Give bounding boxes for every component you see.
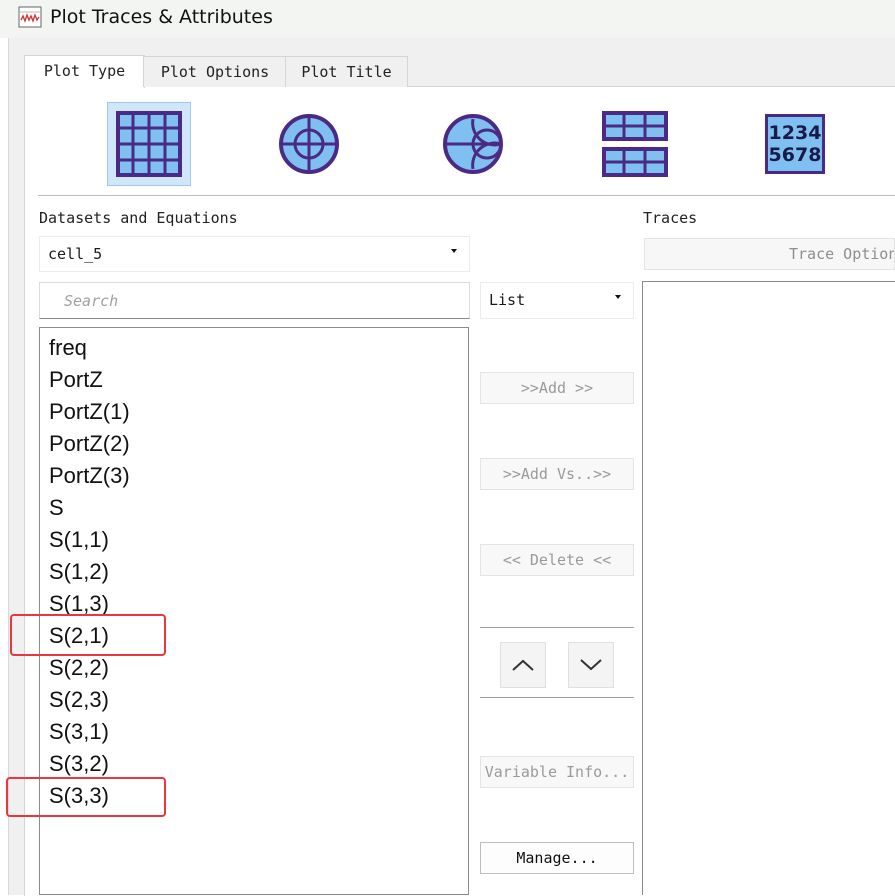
dropdown-arrow-icon [615,295,621,299]
view-mode-dropdown[interactable]: List [480,282,634,319]
dataset-selected-value: cell_5 [48,245,103,263]
traces-list[interactable] [642,281,895,895]
smith-chart-button[interactable] [431,102,515,186]
move-down-button[interactable] [568,642,614,688]
add-button[interactable]: >>Add >> [480,372,634,404]
list-item[interactable]: S(3,2) [49,748,109,780]
list-item[interactable]: S(1,2) [49,556,109,588]
list-item[interactable]: S(2,2) [49,652,109,684]
list-view-icon-line1: 1234 [768,122,822,144]
search-field[interactable] [39,282,470,319]
list-view-icon: 1234 5678 [765,114,825,174]
list-item[interactable]: S(3,1) [49,716,109,748]
variable-info-button[interactable]: Variable Info... [480,756,634,788]
tab-plot-type[interactable]: Plot Type [24,55,145,88]
list-item[interactable]: PortZ(1) [49,396,130,428]
search-input[interactable] [62,291,446,311]
list-item[interactable]: S(2,3) [49,684,109,716]
highlight-box-s21 [10,614,166,656]
rectangular-plot-icon [116,111,182,177]
button-separator [480,627,634,628]
list-item[interactable]: S [49,492,64,524]
polar-plot-button[interactable] [267,102,351,186]
list-view-icon-line2: 5678 [768,144,822,166]
list-item[interactable]: PortZ [49,364,103,396]
list-item[interactable]: freq [49,332,87,364]
traces-label: Traces [643,209,698,227]
smith-chart-icon [443,114,503,174]
title-bar: Plot Traces & Attributes [0,0,895,38]
highlight-box-s33 [6,777,166,817]
trace-options-button[interactable]: Trace Options [644,238,895,270]
button-separator [480,697,634,698]
chevron-up-icon [512,659,534,671]
rectangular-plot-button[interactable] [107,102,191,186]
list-item[interactable]: PortZ(2) [49,428,130,460]
add-vs-button[interactable]: >>Add Vs..>> [480,458,634,490]
datasets-label: Datasets and Equations [39,209,238,227]
plot-window-icon [18,6,42,28]
dropdown-arrow-icon [451,249,457,253]
list-view-button[interactable]: 1234 5678 [753,102,837,186]
dataset-dropdown[interactable]: cell_5 [39,236,470,272]
plot-type-separator [38,195,895,196]
tab-plot-title[interactable]: Plot Title [285,56,408,87]
list-item[interactable]: S(1,1) [49,524,109,556]
manage-button[interactable]: Manage... [480,842,634,874]
list-item[interactable]: PortZ(3) [49,460,130,492]
stacked-plot-icon [602,111,668,177]
window-title: Plot Traces & Attributes [50,6,273,28]
delete-button[interactable]: << Delete << [480,544,634,576]
tab-plot-options[interactable]: Plot Options [143,56,287,87]
chevron-down-icon [580,659,602,671]
view-mode-value: List [489,291,526,309]
move-up-button[interactable] [500,642,546,688]
polar-plot-icon [279,114,339,174]
stacked-plot-button[interactable] [593,102,677,186]
